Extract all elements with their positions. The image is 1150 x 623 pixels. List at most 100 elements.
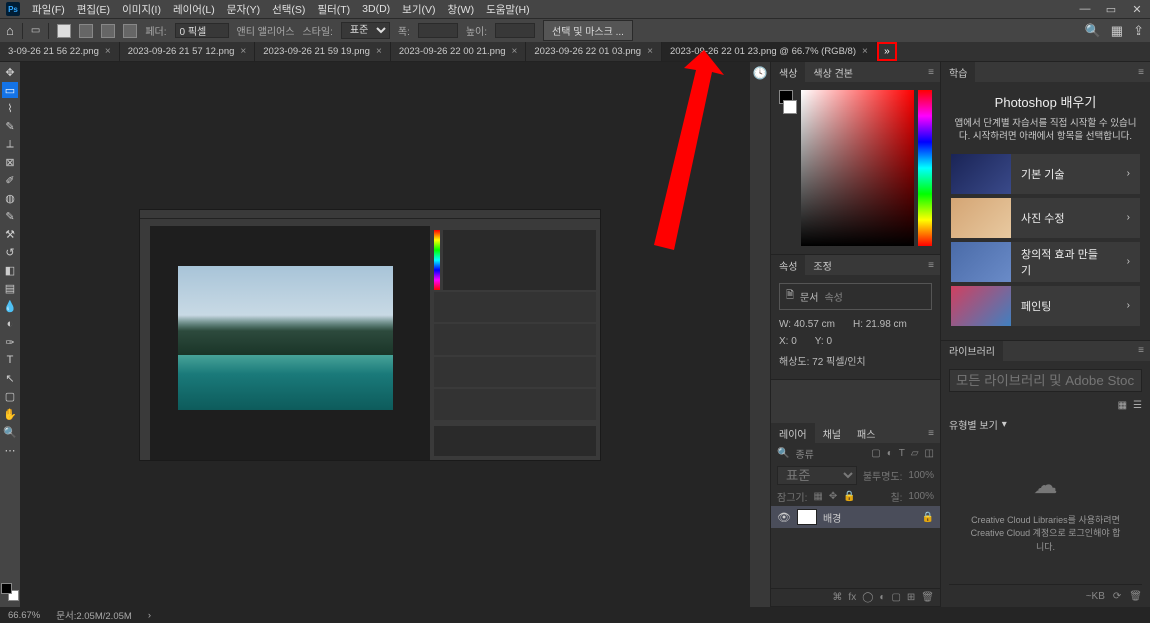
- doc-tab-3[interactable]: 2023-09-26 22 00 21.png×: [391, 42, 527, 61]
- color-swatches[interactable]: [1, 583, 19, 601]
- menu-layer[interactable]: 레이어(L): [173, 2, 215, 17]
- menu-image[interactable]: 이미지(I): [122, 2, 161, 17]
- maximize-button[interactable]: ▭: [1104, 3, 1118, 16]
- new-layer-icon[interactable]: ⊞: [907, 592, 915, 603]
- doc-tab-0[interactable]: 3-09-26 21 56 22.png×: [0, 42, 120, 61]
- home-icon[interactable]: ⌂: [6, 23, 14, 38]
- hand-tool[interactable]: ✋: [2, 406, 18, 422]
- width-input[interactable]: [418, 23, 458, 38]
- tab-swatches[interactable]: 색상 견본: [805, 62, 861, 82]
- blur-tool[interactable]: 💧: [2, 298, 18, 314]
- delete-icon[interactable]: 🗑: [921, 592, 934, 603]
- doc-tab-2[interactable]: 2023-09-26 21 59 19.png×: [255, 42, 391, 61]
- menu-view[interactable]: 보기(V): [402, 2, 435, 17]
- adjustment-icon[interactable]: ◐: [879, 592, 885, 603]
- select-and-mask-button[interactable]: 선택 및 마스크 ...: [543, 20, 633, 41]
- tab-paths[interactable]: 패스: [849, 423, 883, 443]
- filter-adjust-icon[interactable]: ◐: [887, 448, 893, 459]
- close-icon[interactable]: ×: [376, 46, 382, 57]
- mask-icon[interactable]: ◯: [862, 592, 873, 603]
- blend-mode-select[interactable]: 표준: [777, 466, 857, 485]
- close-icon[interactable]: ×: [240, 46, 246, 57]
- panel-bg-color[interactable]: [783, 100, 797, 114]
- panel-menu-icon[interactable]: ≡: [1132, 67, 1150, 78]
- group-icon[interactable]: ▢: [891, 592, 900, 603]
- tab-color[interactable]: 색상: [771, 62, 805, 82]
- sync-icon[interactable]: ⟳: [1113, 591, 1121, 602]
- grid-view-icon[interactable]: ▦: [1118, 400, 1127, 411]
- search-icon[interactable]: 🔍: [1085, 23, 1101, 39]
- marquee-tool[interactable]: ▭: [2, 82, 18, 98]
- doc-tab-5[interactable]: 2023-09-26 22 01 23.png @ 66.7% (RGB/8)×: [662, 42, 877, 61]
- link-icon[interactable]: ⌘: [832, 592, 842, 603]
- menu-3d[interactable]: 3D(D): [362, 3, 390, 15]
- path-select-tool[interactable]: ↖: [2, 370, 18, 386]
- tab-properties[interactable]: 속성: [771, 255, 805, 275]
- selection-add[interactable]: [79, 24, 93, 38]
- panel-menu-icon[interactable]: ≡: [922, 428, 940, 439]
- learn-item-photo[interactable]: 사진 수정 ›: [951, 198, 1140, 238]
- lock-all-icon[interactable]: 🔒: [843, 491, 855, 502]
- hue-slider[interactable]: [918, 90, 932, 246]
- filter-shape-icon[interactable]: ▱: [911, 448, 919, 459]
- learn-item-painting[interactable]: 페인팅 ›: [951, 286, 1140, 326]
- color-field[interactable]: [801, 90, 914, 246]
- learn-item-basics[interactable]: 기본 기술 ›: [951, 154, 1140, 194]
- lasso-tool[interactable]: ⌇: [2, 100, 18, 116]
- menu-select[interactable]: 선택(S): [272, 2, 305, 17]
- menu-edit[interactable]: 편집(E): [77, 2, 110, 17]
- foreground-color[interactable]: [1, 583, 12, 594]
- tab-channels[interactable]: 채널: [815, 423, 849, 443]
- close-button[interactable]: ✕: [1130, 3, 1144, 16]
- filter-smart-icon[interactable]: ◫: [925, 448, 934, 459]
- healing-tool[interactable]: ◍: [2, 190, 18, 206]
- tab-layers[interactable]: 레이어: [771, 423, 815, 443]
- share-icon[interactable]: ⇪: [1133, 23, 1144, 39]
- menu-filter[interactable]: 필터(T): [317, 2, 350, 17]
- menu-file[interactable]: 파일(F): [32, 2, 65, 17]
- height-input[interactable]: [495, 23, 535, 38]
- eraser-tool[interactable]: ◧: [2, 262, 18, 278]
- eyedropper-tool[interactable]: ✐: [2, 172, 18, 188]
- panel-menu-icon[interactable]: ≡: [1132, 345, 1150, 356]
- layer-thumbnail[interactable]: [797, 509, 817, 525]
- zoom-level[interactable]: 66.67%: [8, 610, 40, 621]
- learn-item-creative[interactable]: 창의적 효과 만들기 ›: [951, 242, 1140, 282]
- view-by-type-label[interactable]: 유형별 보기: [949, 417, 998, 432]
- lock-pixels-icon[interactable]: ▦: [813, 491, 822, 502]
- brush-tool[interactable]: ✎: [2, 208, 18, 224]
- delete-icon[interactable]: 🗑: [1129, 591, 1142, 602]
- close-icon[interactable]: ×: [512, 46, 518, 57]
- quick-select-tool[interactable]: ✎: [2, 118, 18, 134]
- filter-type-icon[interactable]: T: [899, 448, 905, 459]
- zoom-tool[interactable]: 🔍: [2, 424, 18, 440]
- selection-intersect[interactable]: [123, 24, 137, 38]
- doc-tab-4[interactable]: 2023-09-26 22 01 03.png×: [526, 42, 662, 61]
- history-panel-icon[interactable]: 🕓: [753, 66, 768, 80]
- canvas-area[interactable]: [20, 62, 750, 607]
- minimize-button[interactable]: —: [1078, 3, 1092, 15]
- lock-position-icon[interactable]: ✥: [829, 491, 837, 502]
- doc-tab-1[interactable]: 2023-09-26 21 57 12.png×: [120, 42, 256, 61]
- layer-row-background[interactable]: 👁 배경 🔒: [771, 506, 940, 528]
- workspace-icon[interactable]: ▦: [1111, 23, 1123, 39]
- panel-menu-icon[interactable]: ≡: [922, 67, 940, 78]
- close-icon[interactable]: ×: [862, 46, 868, 57]
- crop-tool[interactable]: ⟂: [2, 136, 18, 152]
- visibility-icon[interactable]: 👁: [777, 511, 791, 524]
- list-view-icon[interactable]: ☰: [1133, 400, 1142, 411]
- frame-tool[interactable]: ⊠: [2, 154, 18, 170]
- move-tool[interactable]: ✥: [2, 64, 18, 80]
- close-icon[interactable]: ×: [647, 46, 653, 57]
- selection-new[interactable]: [57, 24, 71, 38]
- tab-overflow-button[interactable]: »: [877, 42, 897, 61]
- type-tool[interactable]: T: [2, 352, 18, 368]
- menu-window[interactable]: 창(W): [448, 2, 475, 17]
- style-select[interactable]: 표준: [341, 22, 390, 39]
- shape-tool[interactable]: ▢: [2, 388, 18, 404]
- tab-adjustments[interactable]: 조정: [805, 255, 839, 275]
- tab-learn[interactable]: 학습: [941, 62, 975, 82]
- pen-tool[interactable]: ✑: [2, 334, 18, 350]
- stamp-tool[interactable]: ⚒: [2, 226, 18, 242]
- library-search-input[interactable]: [949, 369, 1142, 392]
